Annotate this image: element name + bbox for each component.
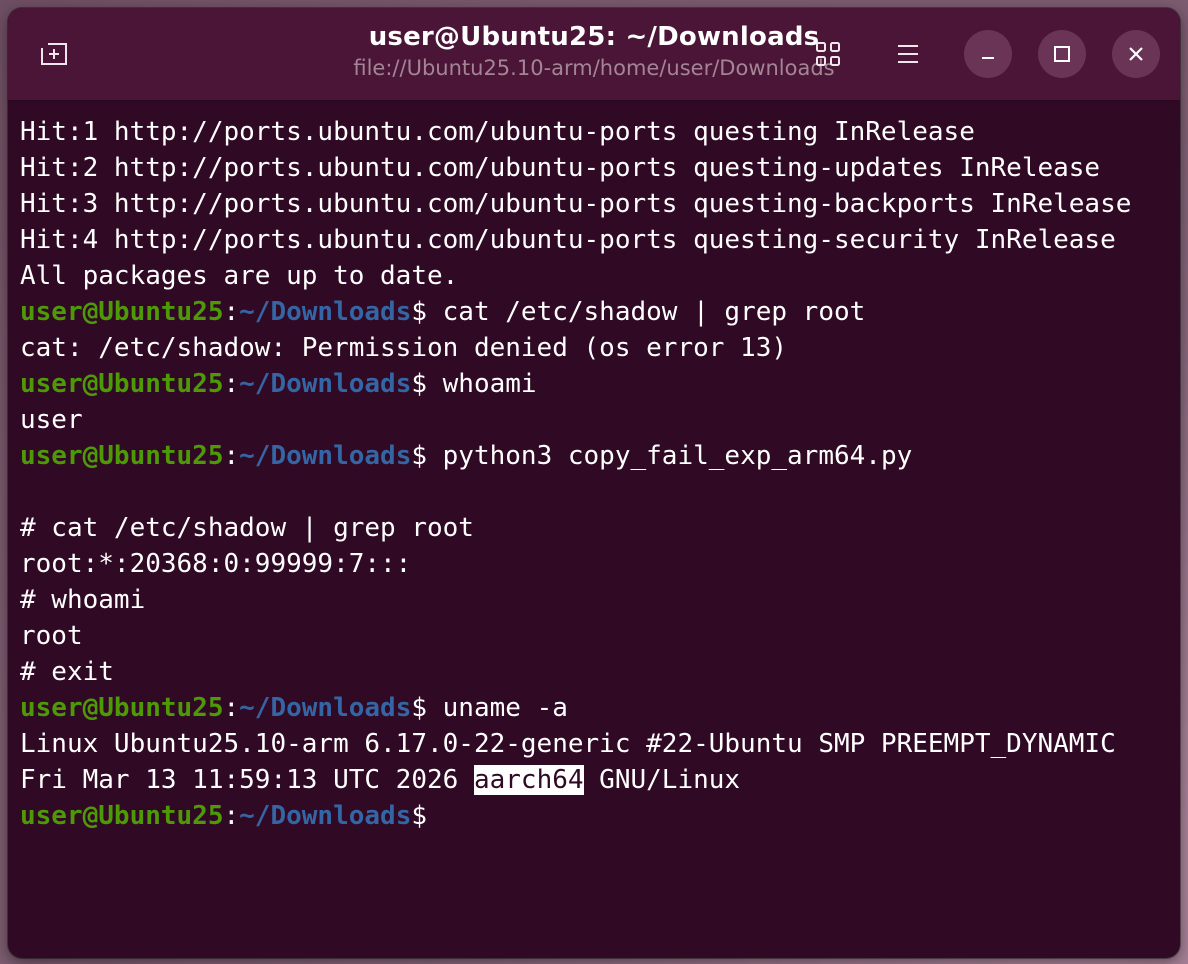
terminal-output[interactable]: Hit:1 http://ports.ubuntu.com/ubuntu-por… — [20, 114, 1172, 950]
output-line: # exit — [20, 657, 114, 687]
command-text: python3 copy_fail_exp_arm64.py — [427, 441, 913, 471]
selected-text[interactable]: aarch64 — [473, 765, 584, 795]
output-line: cat: /etc/shadow: Permission denied (os … — [20, 333, 788, 363]
output-line: Hit:3 http://ports.ubuntu.com/ubuntu-por… — [20, 189, 1132, 219]
maximize-button[interactable] — [1038, 30, 1086, 78]
close-button[interactable] — [1112, 30, 1160, 78]
prompt-user-host: user@Ubuntu25 — [20, 441, 224, 471]
command-text: uname -a — [427, 693, 568, 723]
output-line: Fri Mar 13 11:59:13 UTC 2026 aarch64 GNU… — [20, 762, 1172, 798]
command-text: cat /etc/shadow | grep root — [427, 297, 866, 327]
output-text: GNU/Linux — [583, 765, 741, 795]
prompt-line: user@Ubuntu25:~/Downloads$ — [20, 798, 1172, 834]
output-line: Hit:4 http://ports.ubuntu.com/ubuntu-por… — [20, 225, 1116, 255]
prompt-symbol: $ — [411, 297, 427, 327]
output-line: All packages are up to date. — [20, 261, 459, 291]
prompt-line: user@Ubuntu25:~/Downloads$ cat /etc/shad… — [20, 294, 1172, 330]
maximize-icon — [1054, 46, 1070, 62]
minimize-button[interactable] — [964, 30, 1012, 78]
prompt-separator: : — [223, 297, 240, 327]
new-tab-button[interactable] — [32, 34, 76, 74]
prompt-user-host: user@Ubuntu25 — [20, 801, 224, 831]
output-line: root — [20, 621, 83, 651]
output-line: Linux Ubuntu25.10-arm 6.17.0-22-generic … — [20, 729, 1116, 759]
prompt-user-host: user@Ubuntu25 — [20, 693, 224, 723]
prompt-path: ~/Downloads — [239, 441, 412, 471]
prompt-line: user@Ubuntu25:~/Downloads$ uname -a — [20, 690, 1172, 726]
prompt-symbol: $ — [411, 441, 427, 471]
close-icon — [1129, 47, 1143, 61]
prompt-user-host: user@Ubuntu25 — [20, 297, 224, 327]
prompt-path: ~/Downloads — [239, 369, 412, 399]
new-tab-icon — [41, 43, 67, 65]
output-line: # whoami — [20, 585, 146, 615]
prompt-line: user@Ubuntu25:~/Downloads$ python3 copy_… — [20, 438, 1172, 474]
prompt-symbol: $ — [411, 369, 427, 399]
prompt-symbol: $ — [411, 801, 427, 831]
minimize-icon — [982, 57, 994, 59]
output-line: # cat /etc/shadow | grep root — [20, 513, 474, 543]
prompt-symbol: $ — [411, 693, 427, 723]
output-line: Hit:1 http://ports.ubuntu.com/ubuntu-por… — [20, 117, 975, 147]
view-grid-button[interactable] — [806, 34, 850, 74]
output-line: Hit:2 http://ports.ubuntu.com/ubuntu-por… — [20, 153, 1101, 183]
prompt-separator: : — [223, 441, 240, 471]
prompt-path: ~/Downloads — [239, 693, 412, 723]
hamburger-menu-icon — [898, 45, 918, 63]
prompt-separator: : — [223, 801, 240, 831]
prompt-path: ~/Downloads — [239, 297, 412, 327]
output-text: Fri Mar 13 11:59:13 UTC 2026 — [20, 765, 474, 795]
prompt-user-host: user@Ubuntu25 — [20, 369, 224, 399]
command-text: whoami — [427, 369, 537, 399]
output-line: root:*:20368:0:99999:7::: — [20, 549, 412, 579]
prompt-line: user@Ubuntu25:~/Downloads$ whoami — [20, 366, 1172, 402]
output-line: user — [20, 405, 83, 435]
title-bar[interactable]: user@Ubuntu25: ~/Downloads file://Ubuntu… — [8, 8, 1180, 101]
main-menu-button[interactable] — [886, 34, 930, 74]
prompt-path: ~/Downloads — [239, 801, 412, 831]
prompt-separator: : — [223, 369, 240, 399]
terminal-window: user@Ubuntu25: ~/Downloads file://Ubuntu… — [8, 8, 1180, 958]
prompt-separator: : — [223, 693, 240, 723]
grid-icon — [816, 42, 840, 66]
